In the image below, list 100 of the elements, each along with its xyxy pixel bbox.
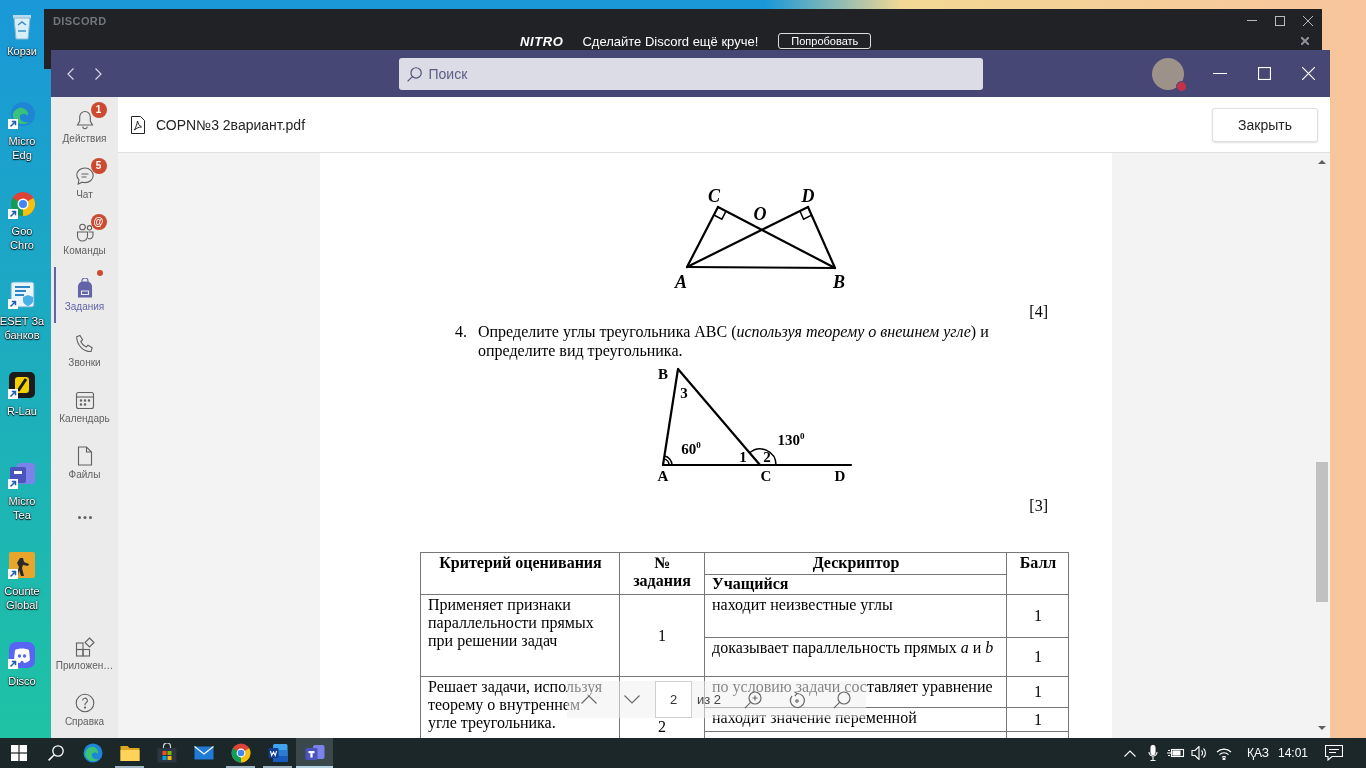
point-label: B xyxy=(833,273,845,291)
search-icon xyxy=(47,745,64,761)
minimize-icon xyxy=(1213,73,1227,74)
table-cell: 1 xyxy=(619,594,705,677)
close-file-button[interactable]: Закрыть xyxy=(1212,107,1318,142)
taskbar-app-button[interactable] xyxy=(296,738,333,768)
clock-time[interactable]: 14:01 xyxy=(1277,746,1309,760)
windows-logo-icon xyxy=(10,745,27,761)
table-cell: доказывает параллельность прямых a и b xyxy=(704,637,1007,677)
back-icon xyxy=(66,67,74,80)
calendar-icon xyxy=(74,390,95,410)
help-icon xyxy=(74,693,95,713)
browser-logo-icon[interactable] xyxy=(7,100,37,130)
sidebar-item[interactable]: Календарь xyxy=(51,379,118,435)
chevron-up-icon xyxy=(581,695,597,704)
right-angle-mark xyxy=(799,210,813,221)
right-angle-mark xyxy=(713,210,727,221)
forward-icon xyxy=(94,67,102,80)
chevron-up-icon xyxy=(1124,749,1136,757)
chat-app-icon[interactable] xyxy=(7,460,37,490)
point-label: C xyxy=(708,187,720,205)
input-language[interactable]: ҚАЗ xyxy=(1239,746,1277,760)
chat-app-icon xyxy=(304,743,325,763)
sidebar-item[interactable]: Приложен… xyxy=(51,626,118,682)
scroll-down-icon[interactable] xyxy=(1318,726,1326,730)
column-subheader: Учащийся xyxy=(704,574,1007,595)
minimize-icon xyxy=(1247,20,1257,21)
promo-text: Сделайте Discord ещё круче! xyxy=(582,33,759,49)
maximize-icon xyxy=(1257,67,1271,80)
folder-icon xyxy=(119,743,140,763)
close-icon xyxy=(1303,15,1313,26)
page-number-field[interactable]: 2 xyxy=(655,681,692,718)
shopping-bag-icon xyxy=(156,743,177,763)
chevron-down-icon xyxy=(624,695,640,704)
launcher-app-icon[interactable] xyxy=(7,370,37,400)
people-icon xyxy=(74,222,95,242)
column-header: № задания xyxy=(619,552,705,595)
promo-logo: NITRO xyxy=(520,33,564,49)
more-icon xyxy=(77,515,92,519)
point-label: D xyxy=(801,187,815,205)
pdf-file-icon xyxy=(131,115,145,134)
browser-logo-icon[interactable] xyxy=(7,190,37,220)
game-app-icon[interactable] xyxy=(7,550,37,580)
app-wordmark: DISCORD xyxy=(53,14,107,27)
point-label: C xyxy=(760,468,772,484)
column-header: Критерий оценивания xyxy=(420,552,620,595)
bell-icon xyxy=(74,110,95,130)
sidebar-item[interactable]: Задания xyxy=(51,267,118,323)
angle-label: 60$^{0}$ xyxy=(681,441,701,457)
score-label: [3] xyxy=(1028,497,1049,515)
speech-bubble-icon xyxy=(1325,745,1343,761)
volume-icon[interactable] xyxy=(1191,746,1207,760)
count-badge: @ xyxy=(90,214,107,230)
battery-icon[interactable] xyxy=(1167,747,1185,759)
document-app-icon xyxy=(267,743,288,763)
search-field[interactable]: Поиск xyxy=(398,57,983,90)
microphone-icon[interactable] xyxy=(1148,745,1158,761)
dismiss-button[interactable] xyxy=(1301,37,1309,45)
task-number: 4. xyxy=(455,322,468,342)
point-label: O xyxy=(753,205,767,223)
sidebar-item[interactable]: @ Команды xyxy=(51,211,118,267)
avatar-placeholder[interactable] xyxy=(1152,57,1184,90)
scrollbar-thumb[interactable] xyxy=(1316,462,1328,602)
sidebar-item[interactable]: 1 Действия xyxy=(51,99,118,155)
phone-icon xyxy=(74,334,95,354)
envelope-icon xyxy=(193,743,214,763)
browser-logo-icon xyxy=(230,743,251,763)
close-icon xyxy=(1301,37,1309,45)
scroll-up-icon[interactable] xyxy=(1318,160,1326,164)
task-text: Определите углы треугольника АВС (используя теорему о внешнем угле) и определите вид треугольника. xyxy=(478,322,990,360)
sidebar-item[interactable]: 5 Чат xyxy=(51,155,118,211)
column-header: Балл xyxy=(1006,552,1069,595)
browser-logo-icon xyxy=(82,743,103,763)
score-label: [4] xyxy=(1028,303,1049,321)
angle-label: 130$^{0}$ xyxy=(777,432,805,448)
table-cell: 1 xyxy=(1006,676,1069,708)
point-label: A xyxy=(657,468,669,484)
table-cell: находит неизвестные углы xyxy=(704,594,1007,638)
file-name: СОРN№3 2вариант.pdf xyxy=(156,116,306,133)
angle-arc xyxy=(748,448,777,466)
sidebar-item[interactable]: Звонки xyxy=(51,323,118,379)
table-cell: 1 xyxy=(1006,594,1069,638)
shield-app-icon[interactable] xyxy=(7,280,37,310)
chat-bubble-icon xyxy=(74,166,95,186)
angle-label: 3 xyxy=(680,385,688,401)
close-icon xyxy=(1301,67,1315,80)
count-badge: 5 xyxy=(90,158,107,174)
angle-label: 2 xyxy=(763,449,771,465)
try-button[interactable]: Попробовать xyxy=(778,33,872,49)
point-label: A xyxy=(675,273,687,291)
point-label: B xyxy=(658,366,668,382)
sidebar-item[interactable]: Справка xyxy=(51,682,118,738)
shortcut-label[interactable]: Корзи xyxy=(7,44,37,58)
count-badge: 1 xyxy=(90,102,107,118)
wifi-icon[interactable] xyxy=(1216,746,1232,760)
apps-icon xyxy=(74,637,95,657)
point-label: D xyxy=(834,468,846,484)
table-cell: находит значение переменной xyxy=(704,707,1007,732)
game-controller-app-icon[interactable] xyxy=(7,640,37,670)
sidebar-item[interactable]: Файлы xyxy=(51,435,118,491)
